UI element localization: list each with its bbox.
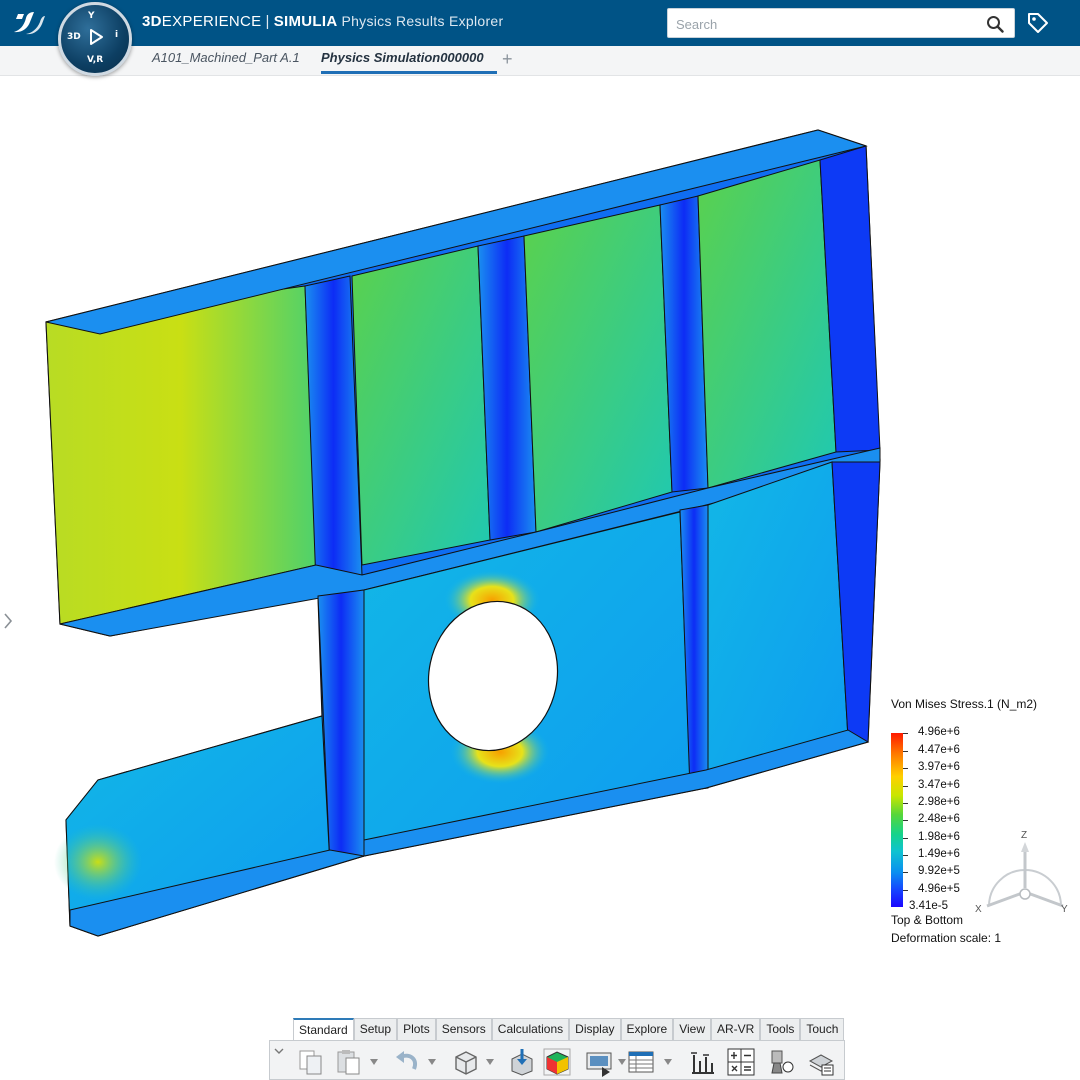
legend-tick xyxy=(903,768,908,769)
undo-icon[interactable] xyxy=(392,1047,422,1077)
table-dropdown-icon[interactable] xyxy=(664,1059,672,1065)
legend-tick xyxy=(903,855,908,856)
search-input[interactable] xyxy=(676,14,976,34)
tab-explore[interactable]: Explore xyxy=(620,1018,674,1040)
tab-view[interactable]: View xyxy=(673,1018,711,1040)
legend-value: 2.98e+6 xyxy=(918,796,960,808)
legend-value: 4.96e+6 xyxy=(918,726,960,738)
axis-z-label: Z xyxy=(1021,830,1027,841)
dassault-logo-icon[interactable] xyxy=(10,8,46,38)
tab-ar-vr[interactable]: AR-VR xyxy=(711,1018,761,1040)
action-bar xyxy=(269,1040,845,1080)
axis-y-label: Y xyxy=(1061,904,1068,915)
legend-tick xyxy=(903,890,908,891)
axis-x-label: X xyxy=(975,904,982,915)
layers-icon[interactable] xyxy=(806,1047,836,1077)
undo-dropdown-icon[interactable] xyxy=(428,1059,436,1065)
app-title: 3DEXPERIENCE | SIMULIA Physics Results Expl… xyxy=(142,13,503,30)
product-name: SIMULIA xyxy=(273,13,338,30)
view-dropdown-icon[interactable] xyxy=(486,1059,494,1065)
legend-tick xyxy=(903,820,908,821)
tab-plots[interactable]: Plots xyxy=(397,1018,436,1040)
legend-value: 4.96e+5 xyxy=(918,883,960,895)
action-bar-tabs: Standard Setup Plots Sensors Calculation… xyxy=(293,1018,845,1040)
legend-tick xyxy=(903,786,908,787)
collapse-icon[interactable] xyxy=(274,1047,284,1055)
legend-tick xyxy=(903,838,908,839)
tab-physics-simulation[interactable]: Physics Simulation000000 xyxy=(321,50,497,74)
compass-bottom-label: V,R xyxy=(87,55,104,65)
animation-icon[interactable] xyxy=(584,1047,614,1077)
3d-viewport[interactable] xyxy=(0,76,1080,1080)
legend-value: 3.41e-5 xyxy=(909,900,949,912)
sensor-icon[interactable] xyxy=(688,1047,718,1077)
tab-calculations[interactable]: Calculations xyxy=(491,1018,570,1040)
tag-icon[interactable] xyxy=(1026,11,1050,35)
legend-value: 9.92e+5 xyxy=(918,865,960,877)
title-separator: | xyxy=(265,13,270,30)
tab-setup[interactable]: Setup xyxy=(353,1018,398,1040)
compass-top-label: Y xyxy=(88,11,95,21)
brand-name: EXPERIENCE xyxy=(161,13,262,30)
export-icon[interactable] xyxy=(506,1047,536,1077)
animation-dropdown-icon[interactable] xyxy=(618,1059,626,1065)
stress-model[interactable] xyxy=(0,76,1080,1080)
legend-value: 1.98e+6 xyxy=(918,831,960,843)
legend-title: Von Mises Stress.1 (N_m2) xyxy=(891,697,1038,711)
paste-icon[interactable] xyxy=(334,1047,364,1077)
table-icon[interactable] xyxy=(626,1047,656,1077)
add-tab-button[interactable]: + xyxy=(502,49,513,70)
legend-tick xyxy=(903,803,908,804)
legend-value: 4.47e+6 xyxy=(918,744,960,756)
contour-plot-icon[interactable] xyxy=(542,1047,572,1077)
probe-icon[interactable] xyxy=(766,1047,796,1077)
legend-value: 3.97e+6 xyxy=(918,761,960,773)
search-box[interactable] xyxy=(667,8,1015,38)
tab-standard[interactable]: Standard xyxy=(293,1018,354,1040)
brand-bold: 3D xyxy=(142,13,162,30)
top-bar: 3DEXPERIENCE | SIMULIA Physics Results Expl… xyxy=(0,0,1080,46)
app-name: Physics Results Explorer xyxy=(341,13,504,29)
legend-tick xyxy=(903,733,908,734)
app-window: 3DEXPERIENCE | SIMULIA Physics Results Expl… xyxy=(0,0,1080,1080)
legend-value: 2.48e+6 xyxy=(918,813,960,825)
play-icon[interactable] xyxy=(86,27,106,47)
tab-touch[interactable]: Touch xyxy=(800,1018,845,1040)
chevron-right-icon[interactable] xyxy=(2,612,14,630)
view-box-icon[interactable] xyxy=(450,1047,480,1077)
compass-right-label: i xyxy=(115,30,119,40)
calculator-icon[interactable] xyxy=(726,1047,756,1077)
legend-color-bar[interactable] xyxy=(891,733,903,907)
deformation-scale-note: Deformation scale: 1 xyxy=(891,931,1002,945)
legend-tick xyxy=(903,872,908,873)
legend-value: 1.49e+6 xyxy=(918,848,960,860)
legend-value: 3.47e+6 xyxy=(918,779,960,791)
legend-layer-note: Top & Bottom xyxy=(891,913,964,927)
tab-machined-part[interactable]: A101_Machined_Part A.1 xyxy=(152,50,300,74)
tab-tools[interactable]: Tools xyxy=(760,1018,801,1040)
compass-left-label: 3D xyxy=(67,32,81,42)
tab-sensors[interactable]: Sensors xyxy=(435,1018,492,1040)
paste-dropdown-icon[interactable] xyxy=(370,1059,378,1065)
copy-icon[interactable] xyxy=(296,1047,326,1077)
search-icon[interactable] xyxy=(986,15,1004,33)
document-tabs: A101_Machined_Part A.1 Physics Simulatio… xyxy=(0,46,1080,76)
tab-display[interactable]: Display xyxy=(569,1018,621,1040)
axis-triad-icon[interactable]: Z X Y xyxy=(975,826,1075,926)
compass-widget[interactable]: Y 3D i V,R xyxy=(58,2,132,76)
legend-tick xyxy=(903,751,908,752)
